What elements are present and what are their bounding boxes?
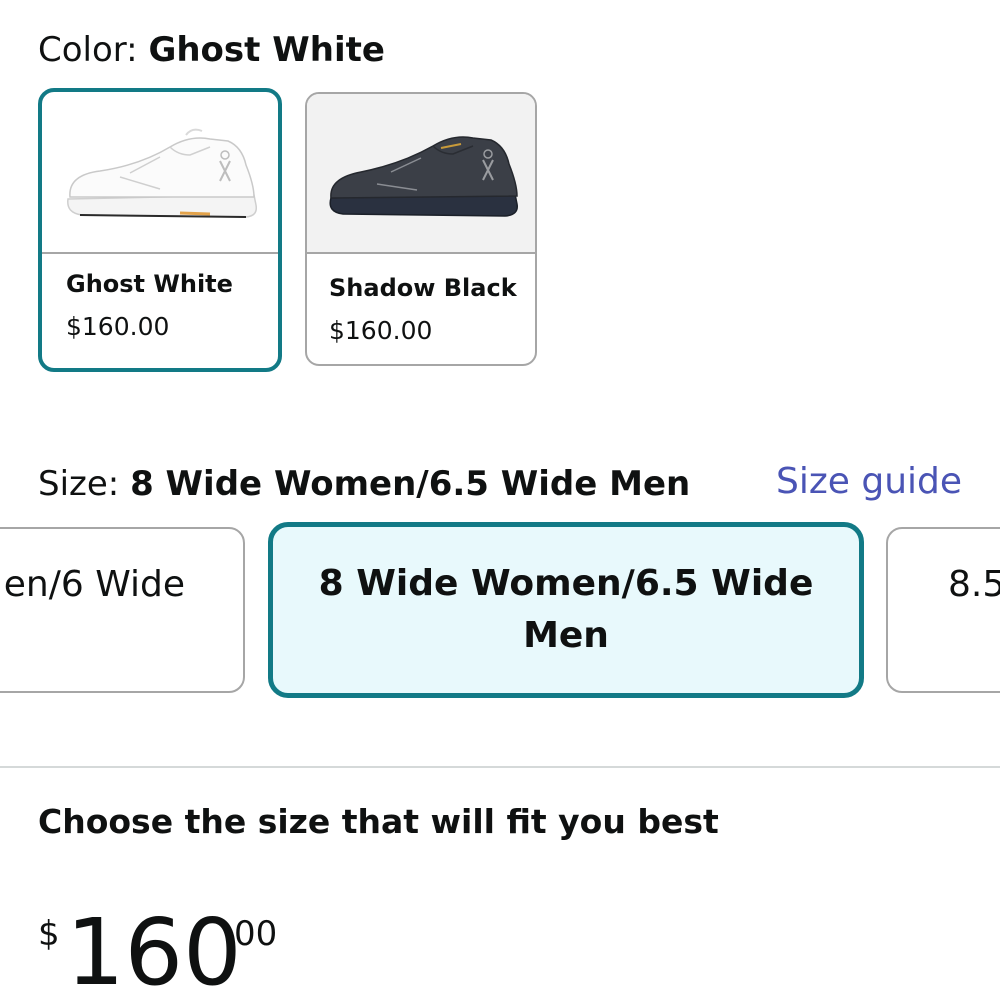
size-label: Size: [38, 464, 131, 504]
black-sneaker-image [329, 136, 518, 217]
size-option-selected[interactable]: 8 Wide Women/6.5 Wide Men [268, 522, 864, 698]
swatch-price: $160.00 [329, 316, 433, 345]
product-options-page: Color: Ghost White Ghost White $160.00 S… [0, 0, 1000, 1000]
size-option-next[interactable]: 8.5 [886, 527, 1000, 693]
size-option-label: 8.5 [948, 564, 1000, 605]
color-swatch-shadow-black[interactable]: Shadow Black $160.00 [305, 92, 537, 366]
size-option-previous[interactable]: en/6 Wide [0, 527, 245, 693]
price-fraction: 00 [234, 914, 278, 954]
white-sneaker-image [67, 128, 258, 218]
price-whole: 160 [66, 899, 242, 1000]
color-header: Color: Ghost White [38, 28, 385, 72]
size-option-label: 8 Wide Women/6.5 Wide Men [318, 563, 814, 656]
color-selected-value: Ghost White [148, 30, 385, 70]
size-selected-value: 8 Wide Women/6.5 Wide Men [130, 464, 691, 504]
size-option-label: en/6 Wide [3, 564, 185, 605]
color-label: Color: [38, 30, 149, 70]
fit-heading: Choose the size that will fit you best [38, 802, 719, 841]
swatch-image-area [42, 92, 278, 254]
swatch-name: Ghost White [66, 270, 233, 298]
size-guide-link[interactable]: Size guide [776, 460, 962, 504]
swatch-name: Shadow Black [329, 274, 517, 302]
swatch-image-area [307, 94, 535, 254]
price-currency-symbol: $ [38, 914, 60, 954]
color-swatch-ghost-white[interactable]: Ghost White $160.00 [38, 88, 282, 372]
swatch-price: $160.00 [66, 312, 170, 341]
size-header: Size: 8 Wide Women/6.5 Wide Men [38, 462, 690, 506]
section-divider [0, 766, 1000, 768]
